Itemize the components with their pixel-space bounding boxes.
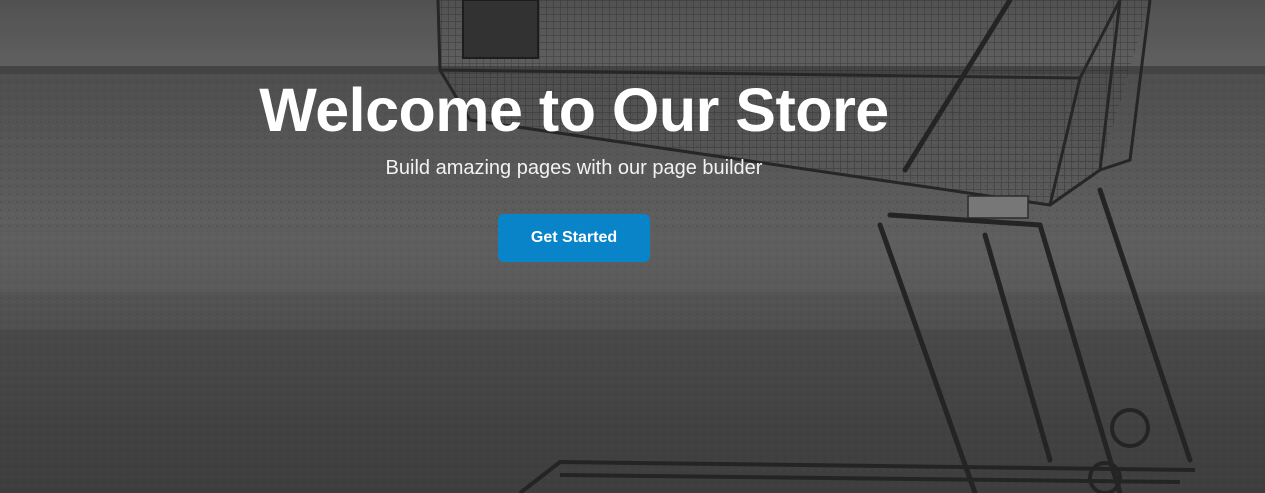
hero-title: Welcome to Our Store bbox=[259, 76, 889, 144]
hero-subtitle: Build amazing pages with our page builde… bbox=[385, 157, 763, 179]
hero-section: Welcome to Our Store Build amazing pages… bbox=[0, 0, 1265, 493]
get-started-button[interactable]: Get Started bbox=[498, 214, 650, 262]
